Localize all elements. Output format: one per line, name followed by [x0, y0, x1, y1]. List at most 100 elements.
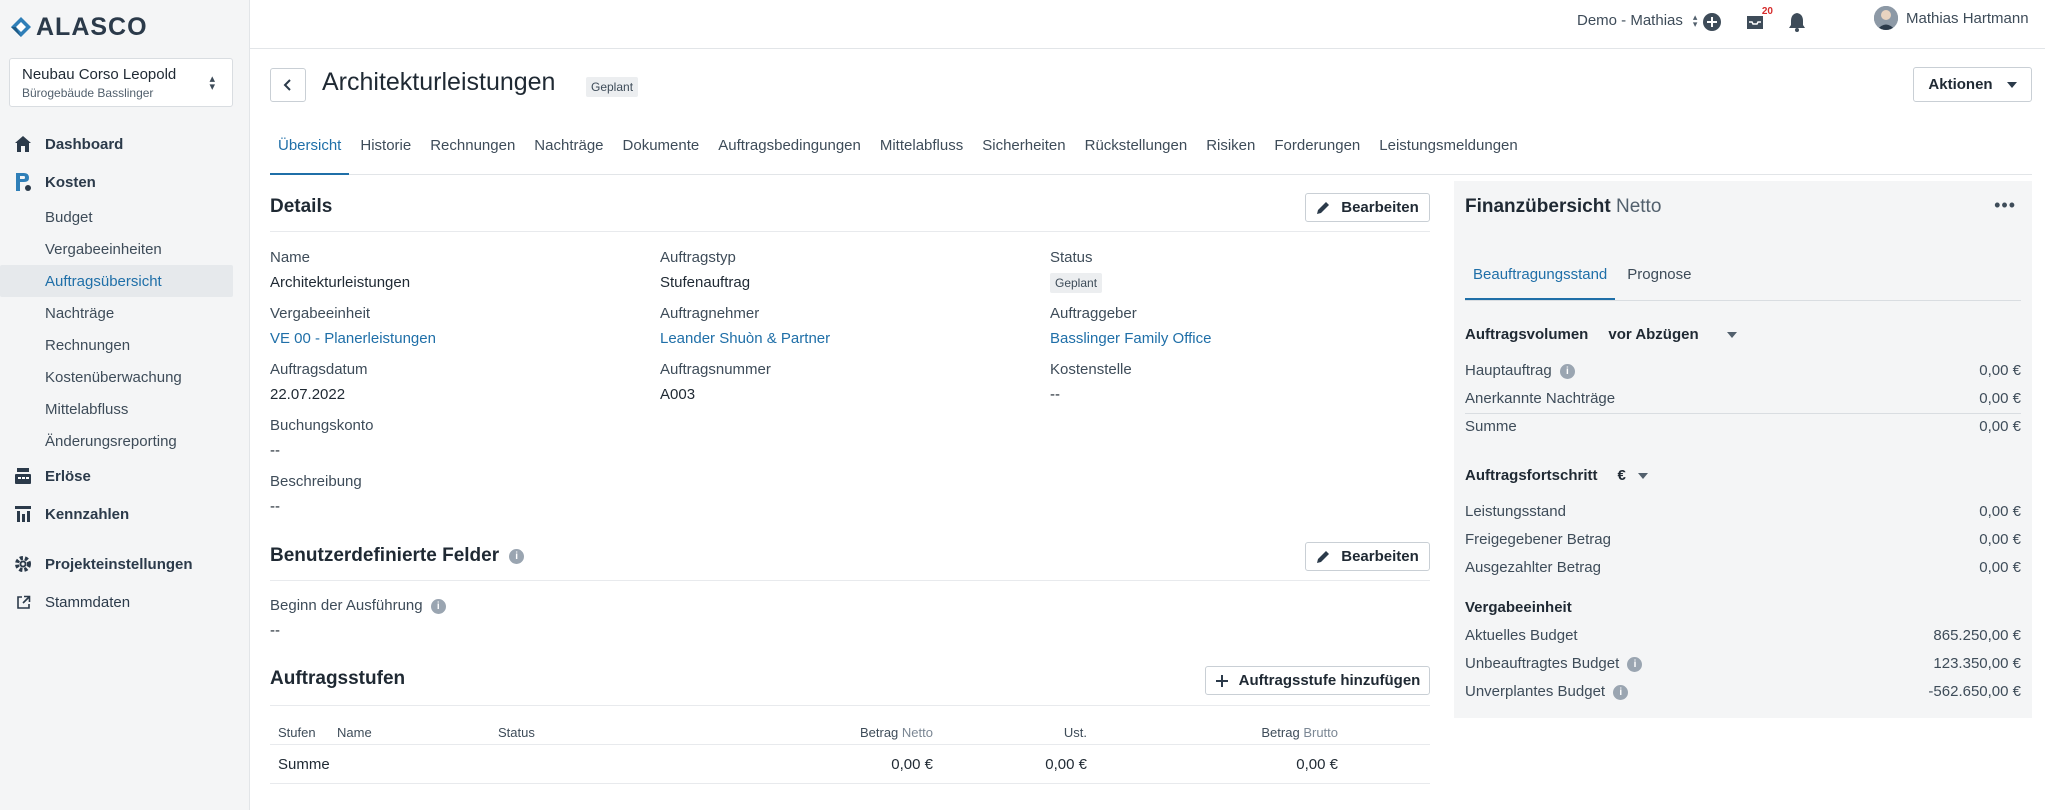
- sidebar-item-stammdaten[interactable]: Stammdaten: [0, 583, 250, 621]
- sidebar-item-projekteinstellungen[interactable]: Projekteinstellungen: [0, 545, 250, 583]
- sidebar-item-kosten[interactable]: Kosten: [0, 163, 250, 201]
- row-value: 0,00 €: [1979, 418, 2021, 435]
- field-vergabeeinheit: Vergabeeinheit VE 00 - Planerleistungen: [270, 305, 436, 347]
- sidebar-item-dashboard[interactable]: Dashboard: [0, 125, 250, 163]
- row-label: Leistungsstand: [1465, 503, 1566, 520]
- sidebar: ALASCO Neubau Corso Leopold Bürogebäude …: [0, 0, 250, 810]
- sidebar-item-label: Kennzahlen: [45, 505, 130, 523]
- inbox-icon[interactable]: 20: [1743, 6, 1773, 34]
- auftragsvolumen-heading: Auftragsvolumen vor Abzügen: [1465, 326, 1737, 343]
- tab-dokumente[interactable]: Dokumente: [615, 127, 708, 175]
- row-value: 0,00 €: [1979, 503, 2021, 520]
- sidebar-item-kostenueberwachung[interactable]: Kostenüberwachung: [0, 361, 233, 393]
- sidebar-item-kennzahlen[interactable]: Kennzahlen: [0, 495, 250, 533]
- col-sublabel: Netto: [901, 725, 933, 740]
- sidebar-item-budget[interactable]: Budget: [0, 201, 233, 233]
- sidebar-item-aenderungsreporting[interactable]: Änderungsreporting: [0, 425, 233, 457]
- sum-ust: 0,00 €: [1045, 756, 1087, 773]
- col-name: Name: [337, 725, 372, 740]
- info-icon[interactable]: i: [509, 548, 525, 564]
- info-icon[interactable]: i: [430, 598, 446, 614]
- row-label: Aktuelles Budget: [1465, 627, 1578, 644]
- actions-button[interactable]: Aktionen: [1913, 67, 2032, 102]
- tab-risiken[interactable]: Risiken: [1198, 127, 1263, 175]
- auftragsvolumen-label: Auftragsvolumen: [1465, 326, 1589, 343]
- page-title: Architekturleistungen: [322, 68, 556, 96]
- sum-label: Summe: [278, 756, 330, 773]
- tab-mittelabfluss[interactable]: Mittelabfluss: [872, 127, 971, 175]
- vergabeeinheit-link[interactable]: VE 00 - Planerleistungen: [270, 330, 436, 347]
- sidebar-item-label: Kosten: [45, 173, 96, 191]
- sidebar-item-erloese[interactable]: Erlöse: [0, 457, 250, 495]
- divider: [270, 744, 1430, 745]
- field-label: Auftragstyp: [660, 249, 736, 266]
- auftragsvolumen-select[interactable]: vor Abzügen: [1608, 326, 1737, 343]
- divider: [1465, 413, 2021, 414]
- custom-fields-edit-button[interactable]: Bearbeiten: [1305, 542, 1430, 571]
- add-icon[interactable]: [1700, 10, 1724, 34]
- sidebar-item-auftragsuebersicht[interactable]: Auftragsübersicht: [0, 265, 233, 297]
- cash-register-icon: [13, 466, 33, 486]
- finance-tabs: Beauftragungsstand Prognose: [1465, 248, 2021, 301]
- auftragnehmer-link[interactable]: Leander Shuòn & Partner: [660, 330, 830, 347]
- sidebar-item-rechnungen[interactable]: Rechnungen: [0, 329, 233, 361]
- col-status: Status: [498, 725, 535, 740]
- tab-historie[interactable]: Historie: [352, 127, 419, 175]
- fortschritt-select[interactable]: €: [1618, 467, 1648, 484]
- workspace-selector[interactable]: Demo - Mathias ▴ ▾: [1577, 12, 1697, 29]
- tab-sicherheiten[interactable]: Sicherheiten: [974, 127, 1073, 175]
- tab-nachtraege[interactable]: Nachträge: [526, 127, 611, 175]
- tab-prognose[interactable]: Prognose: [1619, 248, 1699, 300]
- info-icon[interactable]: i: [1627, 656, 1643, 672]
- row-label: Summe: [1465, 418, 1517, 435]
- tab-rechnungen[interactable]: Rechnungen: [422, 127, 523, 175]
- user-menu[interactable]: Mathias Hartmann: [1874, 6, 2029, 30]
- tab-leistungsmeldungen[interactable]: Leistungsmeldungen: [1371, 127, 1525, 175]
- alasco-logo-icon: [11, 17, 31, 37]
- row-label-text: Unverplantes Budget: [1465, 683, 1606, 700]
- bell-icon[interactable]: [1785, 10, 1809, 34]
- details-edit-button[interactable]: Bearbeiten: [1305, 193, 1430, 222]
- updown-chevron-icon: ▴ ▾: [1692, 11, 1698, 29]
- auftraggeber-link[interactable]: Basslinger Family Office: [1050, 330, 1211, 347]
- sum-brutto: 0,00 €: [1296, 756, 1338, 773]
- project-selector[interactable]: Neubau Corso Leopold Bürogebäude Basslin…: [9, 58, 233, 107]
- tab-auftragsbedingungen[interactable]: Auftragsbedingungen: [710, 127, 869, 175]
- back-button[interactable]: [270, 68, 306, 102]
- field-label: Name: [270, 249, 311, 266]
- divider: [270, 783, 1430, 784]
- row-label: Freigegebener Betrag: [1465, 531, 1611, 548]
- sidebar-item-vergabeeinheiten[interactable]: Vergabeeinheiten: [0, 233, 233, 265]
- field-status: Status Geplant: [1050, 249, 1103, 293]
- sidebar-item-nachtraege[interactable]: Nachträge: [0, 297, 233, 329]
- more-options-icon[interactable]: •••: [1994, 195, 2016, 216]
- field-auftraggeber: Auftraggeber Basslinger Family Office: [1050, 305, 1211, 347]
- row-value: 0,00 €: [1979, 362, 2021, 379]
- tab-forderungen[interactable]: Forderungen: [1266, 127, 1368, 175]
- tab-rueckstellungen[interactable]: Rückstellungen: [1077, 127, 1196, 175]
- row-value: 123.350,00 €: [1933, 655, 2021, 672]
- details-heading: Details: [270, 196, 332, 218]
- field-name: Name Architekturleistungen: [270, 249, 410, 291]
- sum-netto: 0,00 €: [891, 756, 933, 773]
- vergabe-heading: Vergabeeinheit: [1465, 599, 1572, 616]
- field-label: Auftragsnummer: [660, 361, 771, 378]
- info-icon[interactable]: i: [1613, 684, 1629, 700]
- divider: [270, 705, 1430, 706]
- row-ausgezahlt: Ausgezahlter Betrag 0,00 €: [1465, 559, 2021, 576]
- info-icon[interactable]: i: [1559, 363, 1575, 379]
- add-stufe-button[interactable]: Auftragsstufe hinzufügen: [1205, 666, 1430, 695]
- row-value: 865.250,00 €: [1933, 627, 2021, 644]
- row-label: Hauptauftrag i: [1465, 362, 1575, 379]
- sidebar-item-mittelabfluss[interactable]: Mittelabfluss: [0, 393, 233, 425]
- home-icon: [13, 134, 33, 154]
- field-value: A003: [660, 386, 696, 403]
- alasco-logo[interactable]: ALASCO: [10, 13, 148, 41]
- tab-beauftragungsstand[interactable]: Beauftragungsstand: [1465, 248, 1616, 300]
- row-unverplantes-budget: Unverplantes Budget i -562.650,00 €: [1465, 683, 2021, 700]
- custom-fields-title: Benutzerdefinierte Felder: [270, 545, 500, 566]
- tab-uebersicht[interactable]: Übersicht: [270, 127, 350, 175]
- external-link-icon: [13, 592, 33, 612]
- row-label: Ausgezahlter Betrag: [1465, 559, 1601, 576]
